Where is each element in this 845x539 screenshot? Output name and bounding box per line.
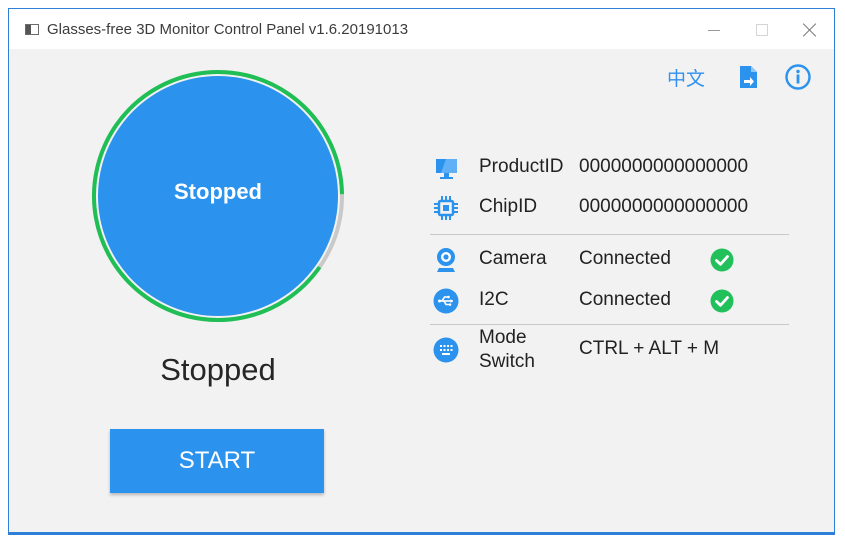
mode-switch-label-line2: Switch xyxy=(479,351,535,372)
maximize-button[interactable] xyxy=(742,17,782,43)
info-icon[interactable] xyxy=(784,63,812,91)
window-title: Glasses-free 3D Monitor Control Panel v1… xyxy=(47,21,409,38)
mode-switch-label-line1: Mode xyxy=(479,327,527,348)
maximize-icon xyxy=(756,24,768,36)
status-circle-label: Stopped xyxy=(174,179,262,204)
status-text: Stopped xyxy=(160,352,276,387)
info-row-i2c: I2C Connected xyxy=(428,287,790,315)
divider xyxy=(430,324,789,325)
i2c-label: I2C xyxy=(479,289,509,310)
info-row-camera: Camera Connected xyxy=(428,246,790,274)
camera-check-icon xyxy=(710,248,734,272)
close-button[interactable] xyxy=(790,17,830,43)
chip-id-label: ChipID xyxy=(479,196,538,217)
title-bar[interactable]: Glasses-free 3D Monitor Control Panel v1… xyxy=(9,9,834,49)
close-icon xyxy=(803,23,817,37)
keyboard-icon xyxy=(433,337,459,363)
mode-switch-shortcut: CTRL + ALT + M xyxy=(579,338,720,359)
language-toggle[interactable]: 中文 xyxy=(667,64,705,91)
product-id-value: 0000000000000000 xyxy=(579,156,749,177)
start-button[interactable]: START xyxy=(110,429,324,493)
product-id-label: ProductID xyxy=(479,156,564,177)
chip-id-value: 0000000000000000 xyxy=(579,196,749,217)
monitor-icon xyxy=(436,159,457,179)
info-row-product: ProductID 0000000000000000 xyxy=(428,154,790,182)
i2c-check-icon xyxy=(710,289,734,313)
webcam-icon xyxy=(437,248,455,272)
minimize-button[interactable] xyxy=(694,17,734,43)
i2c-status: Connected xyxy=(579,289,671,310)
info-row-mode-switch: Mode Switch CTRL + ALT + M xyxy=(428,326,790,374)
camera-label: Camera xyxy=(479,248,547,269)
app-icon xyxy=(25,24,39,35)
chip-icon xyxy=(434,196,458,220)
minimize-icon xyxy=(708,29,720,31)
status-indicator: Stopped xyxy=(90,68,346,324)
export-icon[interactable] xyxy=(734,63,762,91)
camera-status: Connected xyxy=(579,248,671,269)
divider xyxy=(430,234,789,235)
mode-switch-label: Mode Switch xyxy=(479,326,535,374)
info-row-chip: ChipID 0000000000000000 xyxy=(428,194,790,222)
usb-icon xyxy=(433,288,459,314)
